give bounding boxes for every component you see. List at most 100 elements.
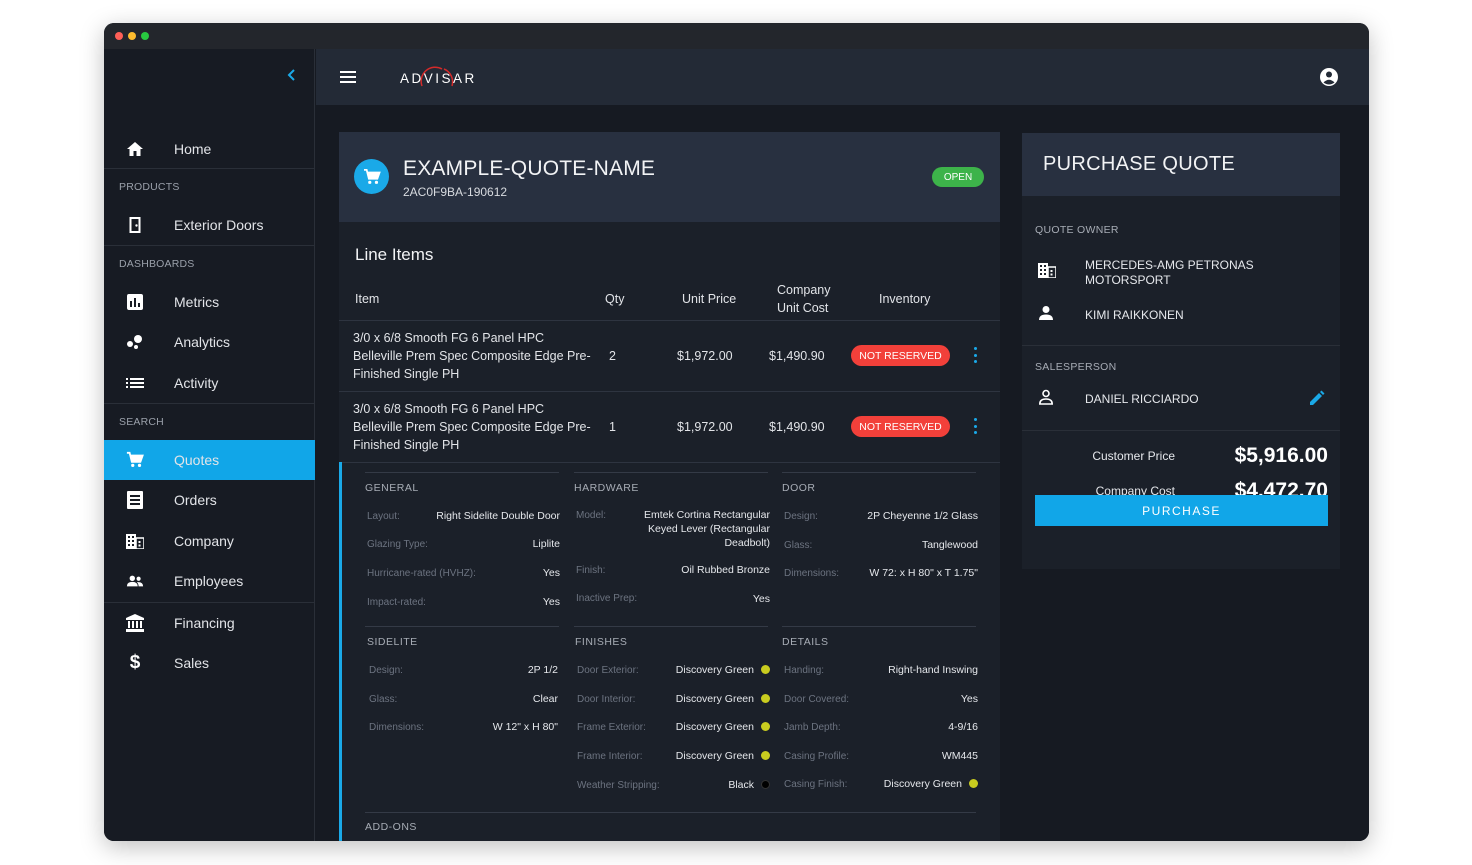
- more-options-icon[interactable]: [973, 347, 977, 363]
- pencil-icon: [1310, 390, 1325, 405]
- divider: [365, 626, 559, 627]
- detail-value: Discovery Green: [676, 749, 770, 763]
- purchase-quote-title: PURCHASE QUOTE: [1043, 153, 1236, 175]
- customer-price-label: Customer Price: [1092, 449, 1175, 463]
- detail-label: Dimensions:: [369, 722, 425, 733]
- inventory-badge: NOT RESERVED: [851, 416, 950, 437]
- detail-label: Glass:: [369, 694, 398, 705]
- close-window-button[interactable]: [115, 32, 123, 40]
- collapse-sidebar-button[interactable]: [287, 68, 297, 87]
- dollar-icon: $: [129, 652, 141, 673]
- account-icon[interactable]: [1319, 67, 1339, 87]
- top-bar: ADVISAR: [316, 49, 1369, 105]
- purchase-button[interactable]: PURCHASE: [1035, 495, 1328, 526]
- group-title-finishes: FINISHES: [575, 636, 628, 648]
- detail-label: Jamb Depth:: [784, 722, 841, 733]
- item-description: 3/0 x 6/8 Smooth FG 6 Panel HPC: [353, 331, 545, 345]
- main-content: EXAMPLE-QUOTE-NAME 2AC0F9BA-190612 OPEN …: [316, 105, 1369, 841]
- sidebar-item-label: Home: [174, 141, 212, 157]
- detail-label: Inactive Prep:: [576, 593, 638, 604]
- sidebar-item-analytics[interactable]: Analytics: [104, 322, 315, 362]
- title-bar: [104, 23, 1369, 49]
- brand-logo[interactable]: ADVISAR: [400, 64, 490, 92]
- detail-value: Deadbolt): [724, 537, 770, 549]
- detail-label: Casing Finish:: [784, 779, 848, 790]
- color-swatch: [761, 722, 770, 731]
- detail-value: Discovery Green: [676, 720, 770, 734]
- menu-icon[interactable]: [340, 70, 356, 83]
- divider: [104, 403, 315, 404]
- purchase-quote-panel: PURCHASE QUOTE QUOTE OWNER MERCEDES-AMG …: [1022, 133, 1340, 569]
- sidebar-item-metrics[interactable]: Metrics: [104, 282, 315, 322]
- group-title-hardware: HARDWARE: [574, 482, 639, 494]
- cart-icon: [354, 159, 389, 194]
- detail-label: Dimensions:: [784, 568, 840, 579]
- person-outline-icon: [1038, 389, 1056, 407]
- detail-label: Hurricane-rated (HVHZ):: [367, 568, 476, 579]
- line-items-title: Line Items: [355, 245, 434, 264]
- minimize-window-button[interactable]: [128, 32, 136, 40]
- color-swatch: [761, 665, 770, 674]
- sidebar-item-label: Activity: [174, 375, 219, 391]
- selected-row-indicator: [339, 462, 342, 841]
- sidebar-item-label: Sales: [174, 655, 210, 671]
- edit-salesperson-button[interactable]: [1308, 390, 1325, 407]
- sidebar-item-employees[interactable]: Employees: [104, 561, 315, 601]
- sidebar-item-company[interactable]: Company: [104, 521, 315, 561]
- divider: [1022, 430, 1340, 431]
- sidebar-item-exterior-doors[interactable]: Exterior Doors: [104, 205, 315, 245]
- section-label-search: SEARCH: [119, 416, 164, 428]
- sidebar-item-activity[interactable]: Activity: [104, 363, 315, 403]
- detail-label: Casing Profile:: [784, 751, 850, 762]
- detail-label: Design:: [369, 665, 403, 676]
- maximize-window-button[interactable]: [141, 32, 149, 40]
- sidebar-item-home[interactable]: Home: [104, 129, 315, 169]
- group-title-addons: ADD-ONS: [365, 821, 417, 833]
- item-description: 3/0 x 6/8 Smooth FG 6 Panel HPC: [353, 402, 545, 416]
- detail-label: Weather Stripping:: [577, 780, 660, 791]
- group-title-details: DETAILS: [782, 636, 829, 648]
- sidebar-item-label: Company: [174, 533, 234, 549]
- group-title-general: GENERAL: [365, 482, 419, 494]
- item-qty: 1: [609, 420, 616, 434]
- home-icon: [126, 140, 144, 158]
- divider: [104, 168, 315, 169]
- owner-name: KIMI RAIKKONEN: [1085, 308, 1184, 322]
- detail-value: 4-9/16: [948, 721, 978, 733]
- customer-price: $5,916.00: [1234, 444, 1328, 467]
- sidebar-item-financing[interactable]: Financing: [104, 603, 315, 643]
- sidebar-item-label: Exterior Doors: [174, 217, 264, 233]
- divider: [339, 462, 1000, 463]
- salesperson-label: SALESPERSON: [1035, 361, 1117, 373]
- detail-value: Clear: [532, 693, 558, 705]
- color-swatch: [761, 751, 770, 760]
- more-options-icon[interactable]: [973, 418, 977, 434]
- detail-label: Glazing Type:: [367, 539, 428, 550]
- inventory-badge: NOT RESERVED: [851, 345, 950, 366]
- divider: [339, 391, 1000, 392]
- divider: [339, 320, 1000, 321]
- quote-name: EXAMPLE-QUOTE-NAME: [403, 157, 656, 180]
- item-company-cost: $1,490.90: [769, 420, 825, 434]
- detail-value: Keyed Lever (Rectangular: [648, 523, 770, 535]
- finish-value: Discovery Green: [675, 664, 754, 676]
- detail-label: Door Exterior:: [577, 665, 639, 676]
- sidebar-item-quotes[interactable]: Quotes: [104, 440, 315, 480]
- detail-value: Yes: [960, 693, 978, 705]
- sidebar-item-label: Employees: [174, 573, 244, 589]
- detail-value: 2P Cheyenne 1/2 Glass: [867, 510, 978, 522]
- chevron-left-icon: [287, 69, 295, 81]
- item-unit-price: $1,972.00: [677, 420, 733, 434]
- bank-icon: [126, 614, 144, 632]
- item-company-cost: $1,490.90: [769, 349, 825, 363]
- divider: [574, 472, 768, 473]
- quote-header: EXAMPLE-QUOTE-NAME 2AC0F9BA-190612 OPEN: [339, 132, 1000, 222]
- quote-owner-label: QUOTE OWNER: [1035, 224, 1119, 236]
- door-icon: [126, 216, 144, 234]
- owner-company: MERCEDES-AMG PETRONAS: [1085, 258, 1254, 272]
- sidebar-item-sales[interactable]: $ Sales: [104, 643, 315, 683]
- detail-value: Yes: [542, 596, 560, 608]
- sidebar-item-orders[interactable]: Orders: [104, 480, 315, 520]
- detail-label: Model:: [576, 510, 607, 521]
- item-qty: 2: [609, 349, 616, 363]
